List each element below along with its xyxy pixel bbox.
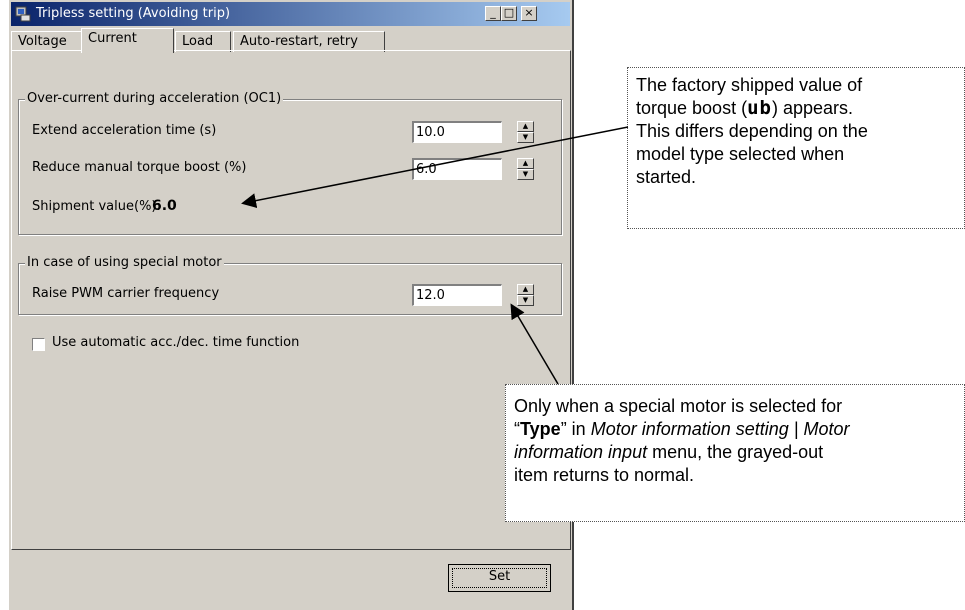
callout-arrows [241, 126, 629, 385]
arrow-to-shipment [241, 126, 629, 209]
arrow-to-pwm [510, 303, 559, 385]
tab-current[interactable]: Current [81, 28, 174, 53]
